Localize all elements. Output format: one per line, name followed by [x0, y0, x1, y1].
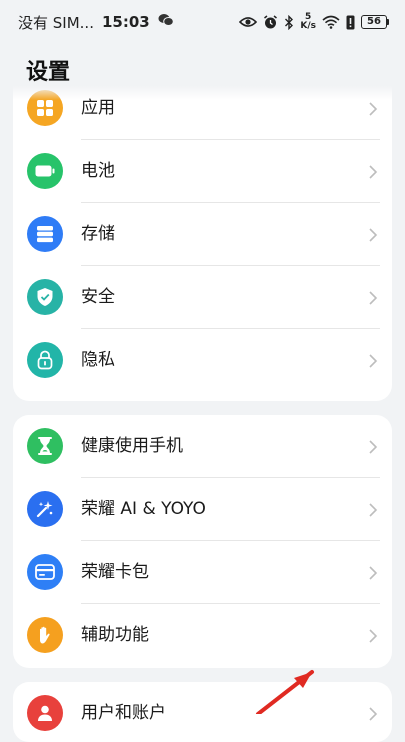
- settings-item-privacy[interactable]: 隐私: [13, 329, 392, 392]
- status-time: 15:03: [101, 13, 150, 31]
- settings-item-label: 应用: [81, 98, 115, 118]
- settings-item-label: 隐私: [81, 350, 115, 370]
- settings-item-security[interactable]: 安全: [13, 266, 392, 329]
- wallet-card-icon: [27, 554, 63, 590]
- network-speed: 5 K/s: [300, 13, 316, 31]
- settings-item-honor-ai[interactable]: 荣耀 AI & YOYO: [13, 478, 392, 541]
- settings-item-label: 健康使用手机: [81, 436, 183, 456]
- settings-item-label: 用户和账户: [81, 703, 166, 723]
- chevron-right-icon: [369, 503, 378, 517]
- settings-item-label: 荣耀 AI & YOYO: [81, 499, 206, 519]
- bluetooth-icon: [284, 14, 294, 30]
- settings-item-apps[interactable]: 应用: [13, 86, 392, 140]
- eye-icon: [239, 16, 258, 28]
- page-title: 设置: [26, 60, 71, 85]
- settings-item-accessibility[interactable]: 辅助功能: [13, 604, 392, 667]
- settings-item-label: 辅助功能: [81, 625, 149, 645]
- chevron-right-icon: [369, 440, 378, 454]
- alarm-icon: [263, 14, 278, 30]
- wechat-icon: [158, 13, 174, 31]
- settings-item-users-accounts[interactable]: 用户和账户: [13, 682, 392, 742]
- settings-item-battery[interactable]: 电池: [13, 140, 392, 203]
- chevron-right-icon: [369, 354, 378, 368]
- apps-grid-icon: [27, 90, 63, 126]
- chevron-right-icon: [369, 228, 378, 242]
- chevron-right-icon: [369, 707, 378, 721]
- hourglass-icon: [27, 428, 63, 464]
- battery-icon: [27, 153, 63, 189]
- chevron-right-icon: [369, 566, 378, 580]
- status-left: 没有 SIM... 15:03: [18, 12, 174, 33]
- network-speed-unit: K/s: [300, 21, 316, 31]
- privacy-lock-icon: [27, 342, 63, 378]
- user-icon: [27, 695, 63, 731]
- settings-item-label: 存储: [81, 224, 115, 244]
- settings-item-label: 荣耀卡包: [81, 562, 149, 582]
- settings-group-services: 健康使用手机 荣耀 AI & YOYO 荣耀卡包 辅助功能: [13, 415, 392, 668]
- alert-icon: [346, 15, 355, 30]
- carrier-text: 没有 SIM...: [18, 13, 94, 32]
- settings-item-label: 安全: [81, 287, 115, 307]
- ai-sparkle-icon: [27, 491, 63, 527]
- settings-item-honor-wallet[interactable]: 荣耀卡包: [13, 541, 392, 604]
- hand-icon: [27, 617, 63, 653]
- battery-indicator: 56: [361, 15, 389, 29]
- status-bar: 没有 SIM... 15:03 5 K/s 56: [0, 0, 405, 44]
- settings-item-storage[interactable]: 存储: [13, 203, 392, 266]
- battery-cap: [387, 19, 389, 25]
- settings-group-system: 应用 电池 存储 安全 隐私: [13, 86, 392, 401]
- wifi-icon: [322, 15, 340, 29]
- storage-icon: [27, 216, 63, 252]
- settings-item-label: 电池: [81, 161, 115, 181]
- settings-group-accounts: 用户和账户: [13, 682, 392, 742]
- battery-level: 56: [361, 15, 387, 29]
- shield-check-icon: [27, 279, 63, 315]
- chevron-right-icon: [369, 165, 378, 179]
- status-right: 5 K/s 56: [239, 13, 389, 31]
- settings-item-digital-balance[interactable]: 健康使用手机: [13, 415, 392, 478]
- chevron-right-icon: [369, 102, 378, 116]
- chevron-right-icon: [369, 629, 378, 643]
- chevron-right-icon: [369, 291, 378, 305]
